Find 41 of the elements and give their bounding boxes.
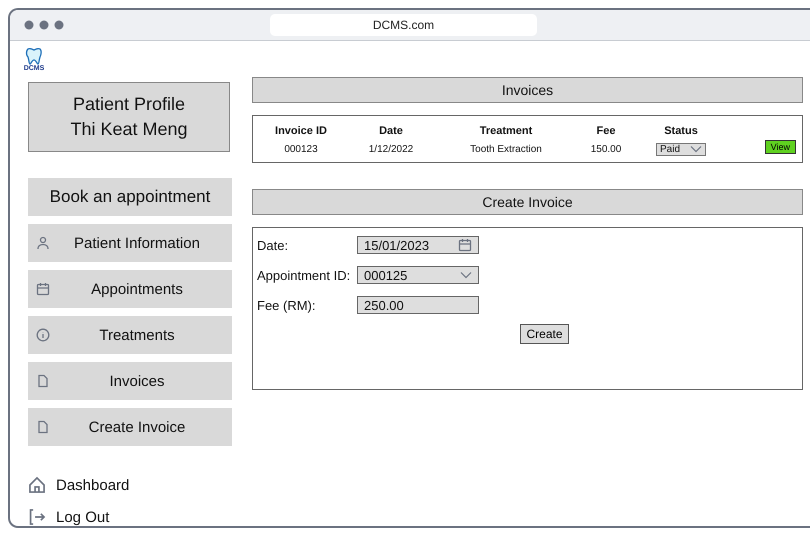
person-icon [36, 236, 50, 250]
chevron-down-icon [690, 145, 702, 153]
tooth-icon [25, 47, 43, 65]
input-field[interactable]: 250.00 [357, 296, 479, 314]
address-bar[interactable]: DCMS.com [270, 14, 537, 36]
calendar-icon [458, 238, 472, 252]
field-label: Date: [257, 238, 290, 252]
nav-link[interactable]: Log Out [28, 508, 110, 526]
field-label: Appointment ID: [257, 268, 352, 282]
input-field[interactable]: 15/01/2023 [357, 236, 479, 254]
info-icon [36, 328, 50, 342]
table-cell-text: 000123 [283, 144, 319, 154]
file-icon [36, 420, 50, 434]
calendar-icon [36, 282, 50, 296]
profile-title: Patient Profile [72, 94, 186, 115]
input-field[interactable]: 000125 [357, 266, 479, 284]
view-button[interactable]: View [764, 140, 796, 154]
column-header: Date [378, 124, 404, 136]
patient-name: Thi Keat Meng [70, 119, 188, 140]
section-header: Create Invoice [252, 189, 803, 215]
column-header: Fee [596, 124, 616, 136]
sidebar-item[interactable]: Invoices [28, 362, 232, 400]
status-dropdown[interactable]: Paid [656, 142, 706, 156]
create-button[interactable]: Create [520, 324, 569, 344]
table-cell-text: Tooth Extraction [469, 144, 543, 154]
home-icon [28, 476, 46, 494]
table-cell-text: 1/12/2022 [368, 144, 414, 154]
column-header: Treatment [478, 124, 534, 136]
field-label: Fee (RM): [257, 298, 316, 312]
column-header: Invoice ID [274, 124, 328, 136]
book-appointment-button[interactable]: Book an appointment [28, 178, 232, 216]
chevron-down-icon [460, 271, 472, 279]
sidebar-item[interactable]: Patient Information [28, 224, 232, 262]
nav-link[interactable]: Dashboard [28, 476, 130, 494]
table-cell-text: 150.00 [590, 144, 622, 154]
file-icon [36, 374, 50, 388]
sidebar-item[interactable]: Appointments [28, 270, 232, 308]
sidebar-item[interactable]: Create Invoice [28, 408, 232, 446]
sidebar-item[interactable]: Treatments [28, 316, 232, 354]
section-header: Invoices [252, 77, 803, 103]
column-header: Status [663, 124, 699, 136]
